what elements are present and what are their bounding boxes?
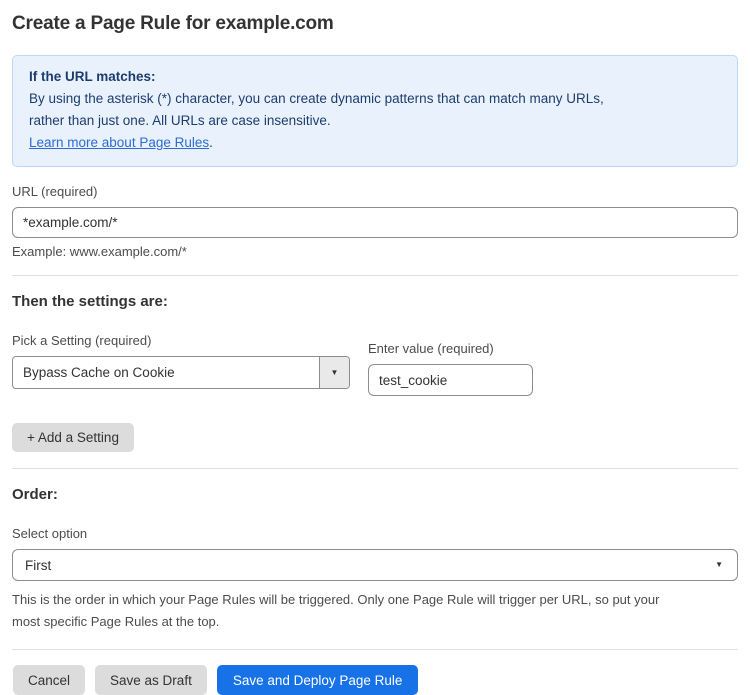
- chevron-down-icon: ▼: [715, 561, 723, 569]
- divider: [12, 468, 738, 469]
- chevron-down-icon: ▼: [331, 369, 339, 377]
- info-box-line-1: By using the asterisk (*) character, you…: [29, 88, 721, 110]
- url-example-helper: Example: www.example.com/*: [12, 244, 738, 259]
- url-field-label: URL (required): [12, 184, 738, 199]
- order-select-value: First: [25, 558, 51, 573]
- create-page-rule-form: Create a Page Rule for example.com If th…: [0, 0, 750, 695]
- pick-setting-column: Pick a Setting (required) Bypass Cache o…: [12, 333, 350, 396]
- save-and-deploy-button[interactable]: Save and Deploy Page Rule: [217, 665, 419, 695]
- enter-value-label: Enter value (required): [368, 341, 533, 356]
- link-period: .: [209, 135, 213, 150]
- cancel-button[interactable]: Cancel: [13, 665, 85, 695]
- order-select[interactable]: First ▼: [12, 549, 738, 581]
- order-helper-line-1: This is the order in which your Page Rul…: [12, 589, 738, 611]
- setting-value-input[interactable]: [368, 364, 533, 396]
- divider: [12, 275, 738, 276]
- save-as-draft-button[interactable]: Save as Draft: [95, 665, 207, 695]
- info-box-line-2: rather than just one. All URLs are case …: [29, 110, 721, 132]
- enter-value-column: Enter value (required): [368, 341, 533, 396]
- setting-select-arrow-button[interactable]: ▼: [319, 357, 349, 388]
- learn-more-link[interactable]: Learn more about Page Rules: [29, 135, 209, 150]
- divider: [12, 649, 738, 650]
- page-title: Create a Page Rule for example.com: [12, 13, 738, 35]
- info-box-heading: If the URL matches:: [29, 66, 721, 88]
- add-setting-button[interactable]: + Add a Setting: [12, 423, 134, 452]
- order-helper-text: This is the order in which your Page Rul…: [12, 589, 738, 633]
- settings-section-heading: Then the settings are:: [12, 293, 738, 310]
- info-box-link-line: Learn more about Page Rules.: [29, 132, 721, 154]
- setting-select-value: Bypass Cache on Cookie: [13, 357, 319, 388]
- url-input[interactable]: [12, 207, 738, 238]
- order-helper-line-2: most specific Page Rules at the top.: [12, 611, 738, 633]
- setting-select[interactable]: Bypass Cache on Cookie ▼: [12, 356, 350, 389]
- url-match-info-box: If the URL matches: By using the asteris…: [12, 55, 738, 167]
- settings-row: Pick a Setting (required) Bypass Cache o…: [12, 333, 738, 396]
- pick-setting-label: Pick a Setting (required): [12, 333, 350, 348]
- order-select-label: Select option: [12, 526, 738, 541]
- order-section-heading: Order:: [12, 486, 738, 503]
- footer-actions: Cancel Save as Draft Save and Deploy Pag…: [12, 665, 738, 695]
